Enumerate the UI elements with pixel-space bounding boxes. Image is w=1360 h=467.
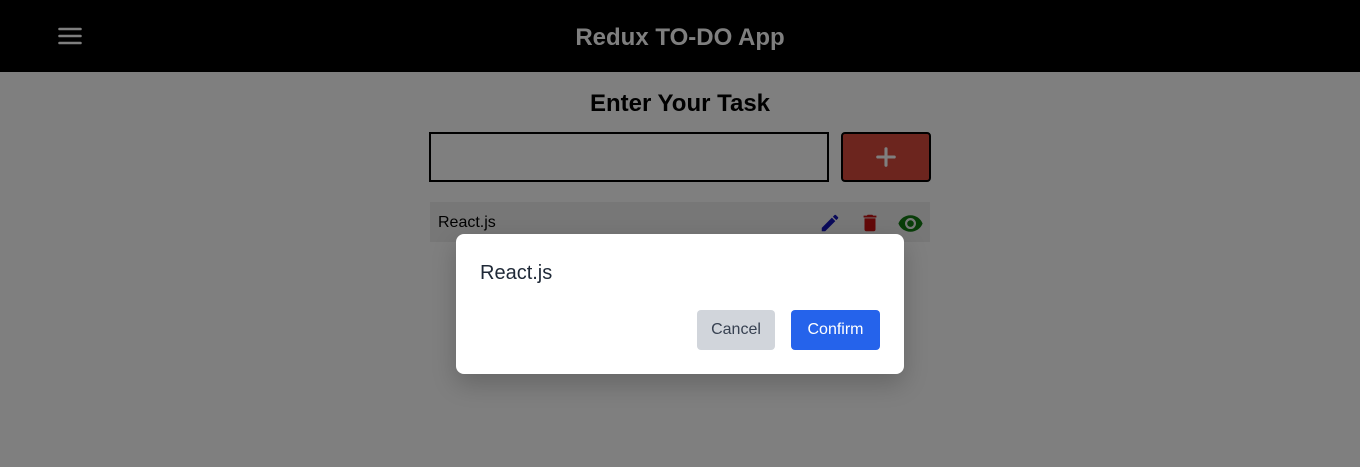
- confirm-button[interactable]: Confirm: [791, 310, 880, 350]
- dialog-message: React.js: [480, 262, 553, 284]
- confirm-dialog: React.js Cancel Confirm: [456, 234, 904, 374]
- cancel-button[interactable]: Cancel: [697, 310, 775, 350]
